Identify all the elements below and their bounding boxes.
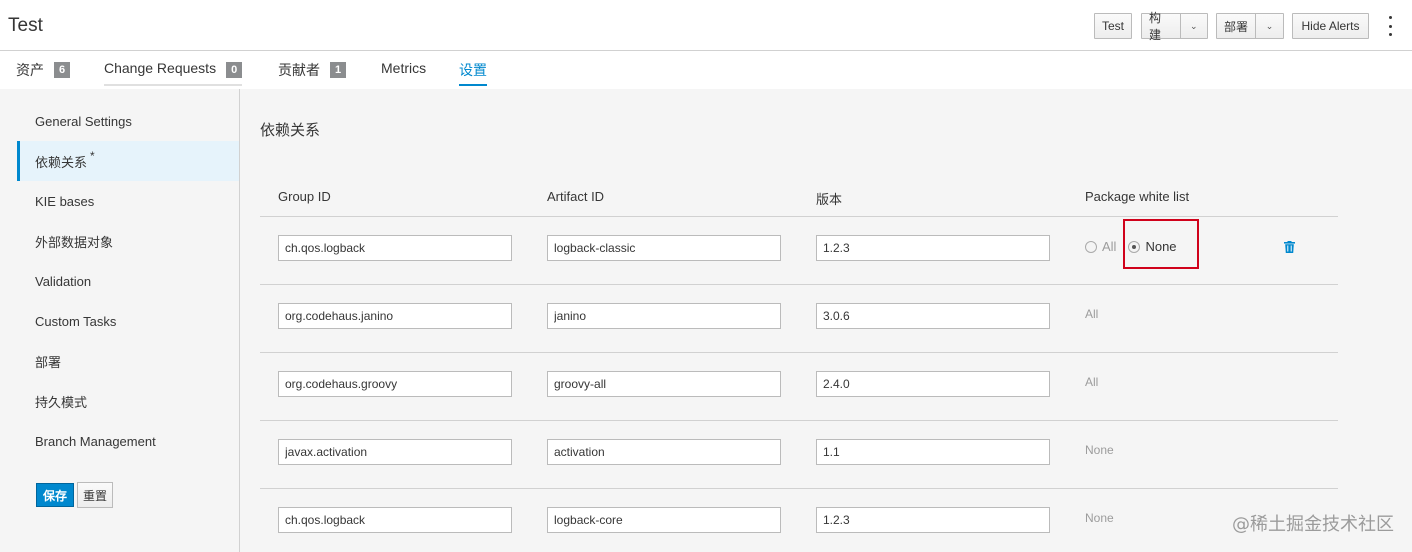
sidebar-item-label: General Settings	[35, 113, 132, 129]
sidebar-item-dependencies[interactable]: 依赖关系 *	[17, 141, 239, 181]
test-button[interactable]: Test	[1094, 13, 1132, 39]
group-id-input[interactable]	[278, 371, 512, 397]
watermark: @稀土掘金技术社区	[1232, 514, 1394, 535]
chevron-down-icon[interactable]: ⌄	[1179, 14, 1207, 38]
version-input[interactable]	[816, 371, 1050, 397]
tab-assets[interactable]: 资产 6	[16, 60, 71, 86]
tab-contributors[interactable]: 贡献者 1	[278, 60, 347, 86]
main-area: General Settings 依赖关系 * KIE bases 外部数据对象 …	[0, 89, 1412, 552]
sidebar-item-custom-tasks[interactable]: Custom Tasks	[17, 301, 239, 341]
group-id-input[interactable]	[278, 439, 512, 465]
test-button-label: Test	[1102, 19, 1125, 33]
radio-label: All	[1102, 239, 1117, 254]
reset-button[interactable]: 重置	[77, 482, 114, 508]
settings-sidebar: General Settings 依赖关系 * KIE bases 外部数据对象 …	[0, 89, 240, 552]
sidebar-item-validation[interactable]: Validation	[17, 261, 239, 301]
sidebar-item-label: 部署	[35, 354, 62, 370]
sidebar-item-kie-bases[interactable]: KIE bases	[17, 181, 239, 221]
page-title: Test	[8, 15, 43, 36]
version-input[interactable]	[816, 235, 1050, 261]
column-header-group-id: Group ID	[278, 189, 331, 204]
column-header-artifact-id: Artifact ID	[547, 189, 605, 204]
section-title: 依赖关系	[260, 122, 321, 139]
tab-settings[interactable]: 设置	[459, 60, 487, 86]
sidebar-item-label: 依赖关系	[35, 154, 88, 170]
hide-alerts-label: Hide Alerts	[1301, 19, 1360, 33]
save-button[interactable]: 保存	[36, 483, 75, 507]
sidebar-item-label: 外部数据对象	[35, 234, 114, 250]
annotation-highlight-box	[1123, 219, 1199, 269]
artifact-id-input[interactable]	[547, 439, 781, 465]
count-badge: 1	[330, 62, 347, 78]
hide-alerts-button[interactable]: Hide Alerts	[1292, 13, 1369, 39]
group-id-input[interactable]	[278, 507, 512, 533]
tab-change-requests[interactable]: Change Requests 0	[104, 60, 243, 86]
sidebar-item-label: Custom Tasks	[35, 313, 117, 329]
whitelist-value: All	[1085, 375, 1099, 389]
table-row: All	[260, 352, 1338, 420]
artifact-id-input[interactable]	[547, 235, 781, 261]
kebab-menu-icon[interactable]	[1384, 16, 1396, 36]
app-header: Test Test 构建 ⌄ 部署 ⌄ Hide Alerts	[0, 0, 1412, 51]
whitelist-value: None	[1085, 443, 1114, 457]
trash-icon[interactable]	[1284, 241, 1295, 253]
tab-label: 资产	[16, 62, 44, 78]
build-button-label: 构建	[1149, 11, 1162, 42]
artifact-id-input[interactable]	[547, 303, 781, 329]
sidebar-item-label: Branch Management	[35, 433, 156, 449]
deploy-button-label: 部署	[1224, 19, 1249, 34]
table-row: All	[260, 284, 1338, 352]
tab-metrics[interactable]: Metrics	[381, 60, 426, 86]
tab-label: Metrics	[381, 60, 427, 76]
table-row: None	[260, 488, 1338, 552]
count-badge: 6	[54, 62, 71, 78]
tab-bar: 资产 6 Change Requests 0 贡献者 1 Metrics 设置	[0, 51, 1412, 89]
chevron-down-icon[interactable]: ⌄	[1255, 14, 1283, 38]
group-id-input[interactable]	[278, 235, 512, 261]
count-badge: 0	[226, 62, 243, 78]
sidebar-item-deployments[interactable]: 部署	[17, 341, 239, 381]
column-header-whitelist: Package white list	[1085, 189, 1190, 204]
version-input[interactable]	[816, 303, 1050, 329]
sidebar-item-label: Validation	[35, 273, 92, 289]
column-header-version: 版本	[816, 192, 843, 207]
version-input[interactable]	[816, 439, 1050, 465]
version-input[interactable]	[816, 507, 1050, 533]
dependencies-panel: 依赖关系 Group ID Artifact ID 版本 Package whi…	[241, 89, 1412, 552]
whitelist-value: None	[1085, 511, 1114, 525]
table-row: None	[260, 420, 1338, 488]
tab-label: 设置	[459, 62, 487, 78]
whitelist-all-radio[interactable]: All	[1085, 239, 1116, 254]
radio-icon[interactable]	[1085, 240, 1097, 253]
group-id-input[interactable]	[278, 303, 512, 329]
sidebar-item-general-settings[interactable]: General Settings	[17, 101, 239, 141]
tab-label: Change Requests	[104, 60, 217, 76]
sidebar-item-label: 持久模式	[35, 394, 88, 410]
artifact-id-input[interactable]	[547, 371, 781, 397]
sidebar-item-external-data-objects[interactable]: 外部数据对象	[17, 221, 239, 261]
deploy-button[interactable]: 部署 ⌄	[1216, 13, 1284, 39]
build-button[interactable]: 构建 ⌄	[1141, 11, 1208, 42]
sidebar-item-branch-management[interactable]: Branch Management	[17, 421, 239, 461]
sidebar-item-persistence[interactable]: 持久模式	[17, 381, 239, 421]
whitelist-value: All	[1085, 307, 1099, 321]
sidebar-item-label: KIE bases	[35, 193, 95, 209]
unsaved-marker: *	[90, 149, 95, 163]
artifact-id-input[interactable]	[547, 507, 781, 533]
tab-label: 贡献者	[278, 62, 320, 78]
